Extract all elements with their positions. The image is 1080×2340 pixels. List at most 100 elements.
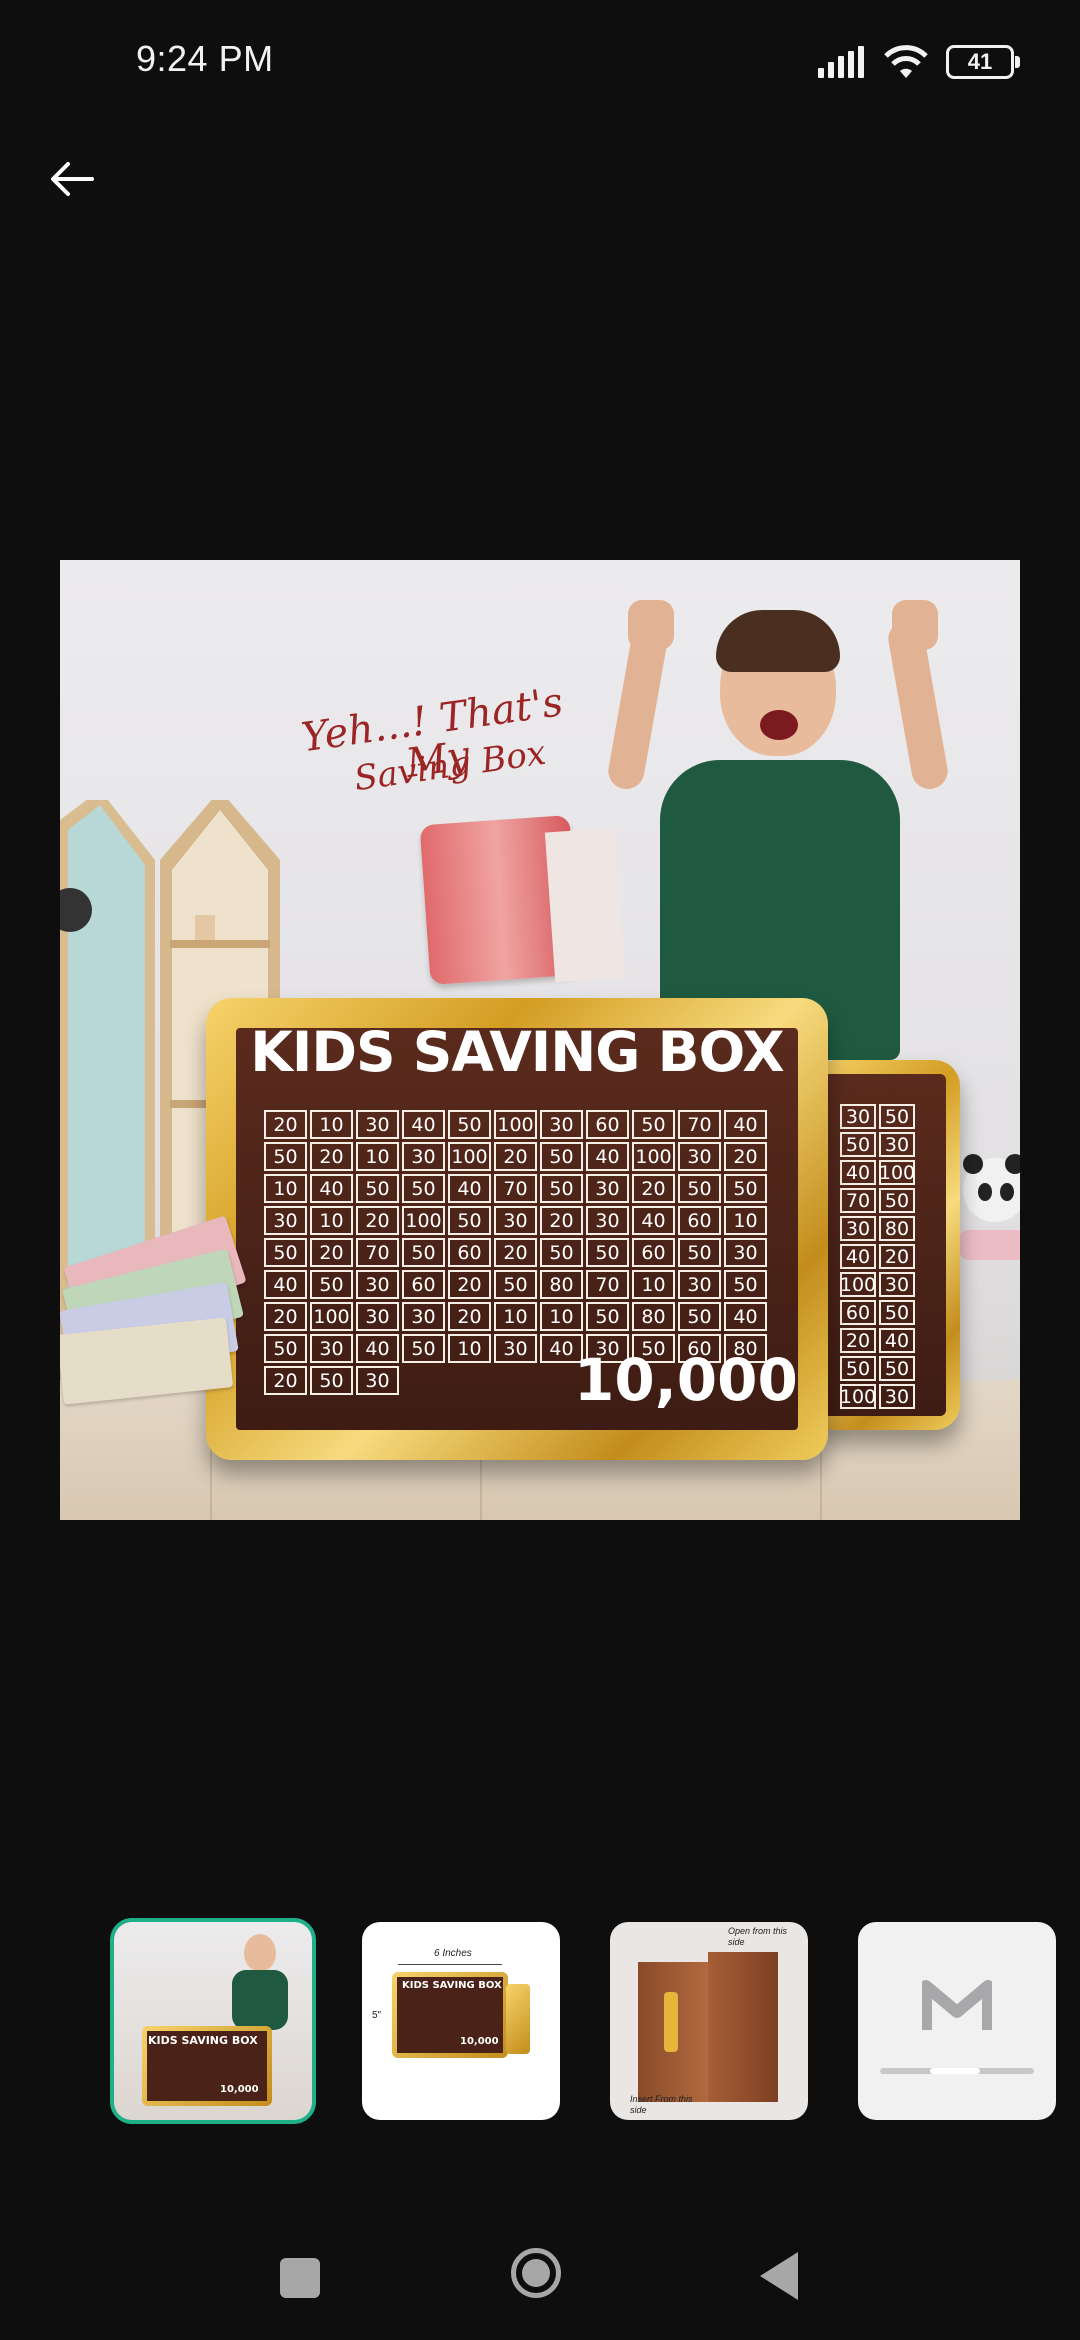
grid-cell: 50	[586, 1238, 629, 1267]
grid-cell: 50	[540, 1174, 583, 1203]
system-back-button[interactable]	[760, 2252, 798, 2300]
grid-cell: 50	[264, 1142, 307, 1171]
grid-cell: 50	[402, 1238, 445, 1267]
battery-icon: 41	[946, 45, 1020, 79]
grid-cell: 50	[448, 1110, 491, 1139]
thumbnail-2-dimension-top: 6 Inches	[434, 1948, 472, 1959]
grid-cell: 30	[356, 1302, 399, 1331]
loading-bar	[880, 2068, 1034, 2074]
grid-cell: 20	[724, 1142, 767, 1171]
grid-cell: 40	[448, 1174, 491, 1203]
grid-cell: 50	[879, 1188, 915, 1213]
grid-cell: 60	[448, 1238, 491, 1267]
battery-level: 41	[967, 49, 993, 74]
grid-cell: 40	[632, 1206, 675, 1235]
grid-cell: 60	[678, 1206, 721, 1235]
grid-cell: 50	[310, 1366, 353, 1395]
m-logo-icon	[922, 1980, 992, 2030]
wifi-icon	[884, 45, 928, 78]
grid-cell: 10	[540, 1302, 583, 1331]
kids-saving-box-board: KIDS SAVING BOX 20 10 30 40 50 100 30 60 50 70 40 5…	[206, 998, 828, 1460]
board-total: 10,000	[574, 1346, 798, 1414]
grid-cell: 30	[678, 1142, 721, 1171]
grid-cell: 40	[724, 1302, 767, 1331]
grid-cell: 10	[310, 1110, 353, 1139]
status-icons: 41	[816, 44, 1020, 80]
grid-cell: 50	[724, 1174, 767, 1203]
recents-button[interactable]	[280, 2258, 320, 2298]
grid-cell: 30	[840, 1104, 876, 1129]
grid-cell: 50	[356, 1174, 399, 1203]
grid-cell: 70	[586, 1270, 629, 1299]
grid-cell: 10	[632, 1270, 675, 1299]
grid-cell: 20	[264, 1302, 307, 1331]
rolled-banknote-illustration	[544, 827, 626, 983]
grid-cell: 70	[678, 1110, 721, 1139]
grid-cell: 50	[264, 1238, 307, 1267]
grid-cell: 80	[540, 1270, 583, 1299]
grid-cell: 50	[540, 1142, 583, 1171]
signal-icon	[818, 46, 864, 78]
grid-cell: 50	[494, 1270, 537, 1299]
grid-cell: 30	[879, 1132, 915, 1157]
grid-cell: 50	[678, 1174, 721, 1203]
grid-cell: 100	[632, 1142, 675, 1171]
thumbnail-2-label: KIDS SAVING BOX	[402, 1980, 502, 1991]
grid-cell: 60	[632, 1238, 675, 1267]
grid-cell: 20	[494, 1142, 537, 1171]
grid-cell: 60	[840, 1300, 876, 1325]
grid-cell: 50	[310, 1270, 353, 1299]
home-button[interactable]	[511, 2248, 561, 2298]
thumbnail-3[interactable]: Open from this side Insert From this sid…	[610, 1922, 808, 2120]
grid-cell: 50	[879, 1104, 915, 1129]
grid-cell: 40	[840, 1244, 876, 1269]
thumbnail-3-caption-top: Open from this side	[728, 1926, 788, 1947]
grid-cell: 20	[840, 1328, 876, 1353]
grid-cell: 50	[879, 1300, 915, 1325]
grid-cell: 50	[402, 1174, 445, 1203]
back-button[interactable]	[44, 154, 100, 204]
grid-cell: 20	[494, 1238, 537, 1267]
thumbnail-4[interactable]	[858, 1922, 1056, 2120]
grid-cell: 10	[494, 1302, 537, 1331]
grid-cell: 20	[540, 1206, 583, 1235]
back-board-grid: 30 50 50 30 40 100 70 50 30 80 40 20 100 30 60 50 20 40 50…	[840, 1104, 915, 1409]
kid-hair	[716, 610, 840, 672]
thumbnail-2-dimension-side: 5"	[372, 2010, 382, 2021]
grid-cell: 20	[879, 1244, 915, 1269]
panda-toy-illustration	[960, 1154, 1020, 1260]
grid-cell: 40	[724, 1110, 767, 1139]
grid-cell: 100	[402, 1206, 445, 1235]
thumbnail-2[interactable]: 6 Inches 5" KIDS SAVING BOX 10,000	[362, 1922, 560, 2120]
grid-cell: 50	[632, 1110, 675, 1139]
grid-cell: 50	[678, 1302, 721, 1331]
thumbnail-1-total: 10,000	[220, 2084, 259, 2095]
back-saving-board: 30 50 50 30 40 100 70 50 30 80 40 20 100 30 60 50 20 40 50…	[810, 1060, 960, 1430]
grid-cell: 70	[840, 1188, 876, 1213]
kid-fist	[892, 600, 938, 650]
grid-cell: 20	[310, 1238, 353, 1267]
grid-cell: 30	[586, 1206, 629, 1235]
grid-cell: 30	[494, 1206, 537, 1235]
grid-cell: 10	[448, 1334, 491, 1363]
grid-cell: 50	[724, 1270, 767, 1299]
banknotes-illustration	[60, 1215, 260, 1410]
grid-cell: 50	[840, 1356, 876, 1381]
grid-cell: 20	[448, 1302, 491, 1331]
product-image[interactable]: Yeh...! That's My Saving Box 30 50 50 30 40 1…	[60, 560, 1020, 1520]
grid-cell: 30	[678, 1270, 721, 1299]
grid-cell: 50	[540, 1238, 583, 1267]
thumbnail-1[interactable]: KIDS SAVING BOX 10,000	[110, 1918, 316, 2124]
grid-cell: 80	[879, 1216, 915, 1241]
grid-cell: 30	[724, 1238, 767, 1267]
grid-cell: 60	[402, 1270, 445, 1299]
grid-cell: 30	[879, 1384, 915, 1409]
grid-cell: 30	[494, 1334, 537, 1363]
grid-cell: 40	[356, 1334, 399, 1363]
grid-cell: 40	[310, 1174, 353, 1203]
grid-cell: 30	[356, 1110, 399, 1139]
grid-cell: 30	[310, 1334, 353, 1363]
thumbnail-strip: KIDS SAVING BOX 10,000 6 Inches 5" KIDS …	[110, 1918, 1056, 2124]
grid-cell: 50	[402, 1334, 445, 1363]
grid-cell: 30	[402, 1142, 445, 1171]
